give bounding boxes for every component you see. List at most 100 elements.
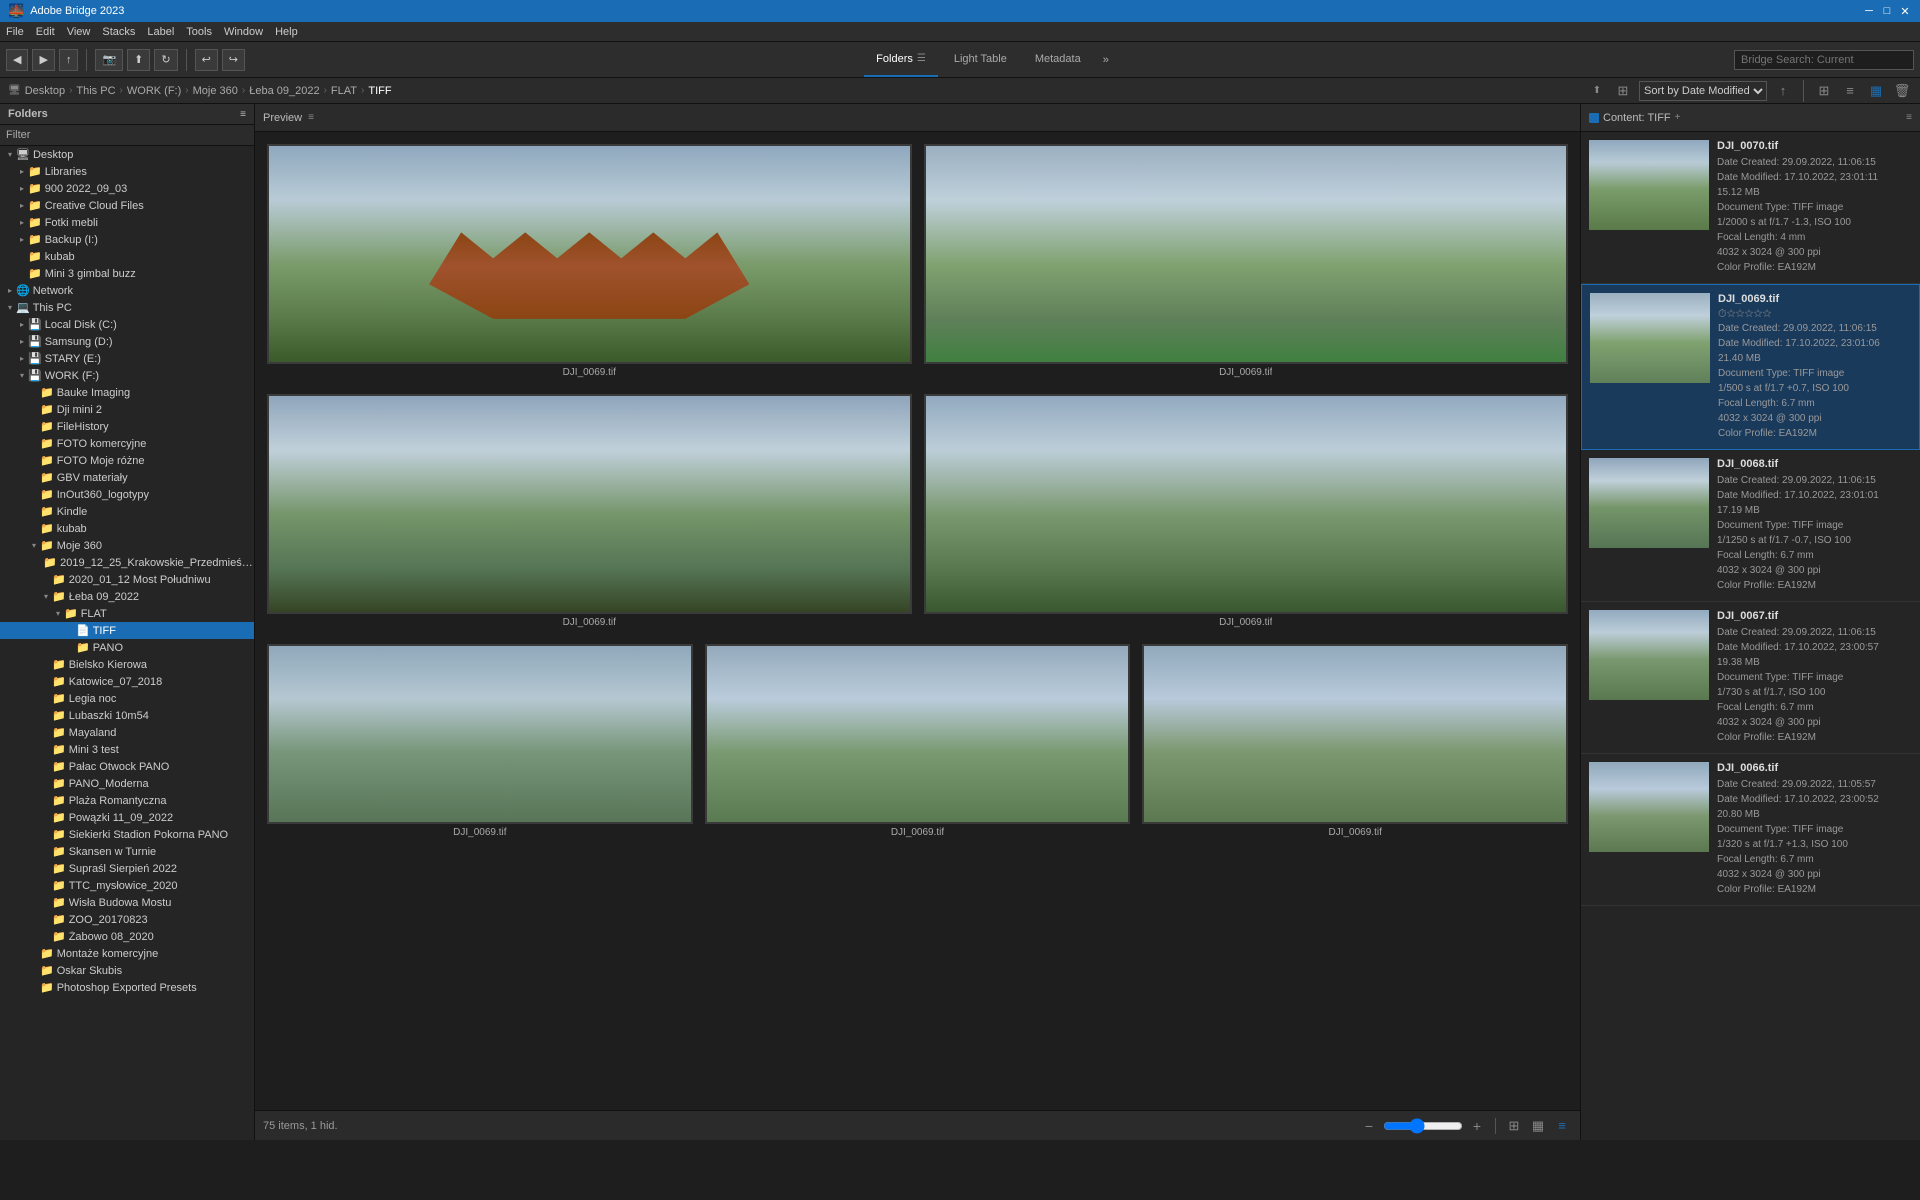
tree-arrow-moje-360[interactable]: ▾ xyxy=(28,540,40,552)
close-btn[interactable]: ✕ xyxy=(1898,4,1912,18)
zoom-out-btn[interactable]: − xyxy=(1359,1116,1379,1136)
sidebar-item-suprasl[interactable]: 📁Supraśl Sierpień 2022 xyxy=(0,860,254,877)
tree-arrow-creative-cloud[interactable]: ▸ xyxy=(16,200,28,212)
breadcrumb-moje360[interactable]: Moje 360 xyxy=(193,85,238,97)
sidebar-item-bielsko-kierowa[interactable]: 📁Bielsko Kierowa xyxy=(0,656,254,673)
zoom-slider[interactable] xyxy=(1383,1118,1463,1134)
sidebar-item-ttc-myslowice[interactable]: 📁TTC_mysłowice_2020 xyxy=(0,877,254,894)
sidebar-item-foto-komercyjne[interactable]: 📁FOTO komercyjne xyxy=(0,435,254,452)
tree-arrow-network[interactable]: ▸ xyxy=(4,285,16,297)
sidebar-item-this-pc[interactable]: ▾💻This PC xyxy=(0,299,254,316)
export-button[interactable]: ⬆ xyxy=(127,49,150,71)
sidebar-item-katowice-07-2018[interactable]: 📁Katowice_07_2018 xyxy=(0,673,254,690)
refresh-button[interactable]: ↻ xyxy=(154,49,177,71)
tree-arrow-desktop[interactable]: ▾ xyxy=(4,149,16,161)
menu-window[interactable]: Window xyxy=(224,26,263,38)
view-toggle-2[interactable]: ▦ xyxy=(1528,1116,1548,1136)
sidebar-item-stary-e[interactable]: ▸💾STARY (E:) xyxy=(0,350,254,367)
breadcrumb-flat[interactable]: FLAT xyxy=(331,85,357,97)
sidebar-item-kindle[interactable]: 📁Kindle xyxy=(0,503,254,520)
view-grid-btn[interactable]: ⊞ xyxy=(1814,81,1834,101)
sidebar-item-libraries[interactable]: ▸📁Libraries xyxy=(0,163,254,180)
sidebar-item-pano-moderna[interactable]: 📁PANO_Moderna xyxy=(0,775,254,792)
tab-light-table[interactable]: Light Table xyxy=(942,42,1019,77)
breadcrumb-this-pc[interactable]: This PC xyxy=(76,85,115,97)
sidebar-options-icon[interactable]: ≡ xyxy=(240,109,246,120)
tree-arrow-local-disk-c[interactable]: ▸ xyxy=(16,319,28,331)
sidebar-item-filehistory[interactable]: 📁FileHistory xyxy=(0,418,254,435)
sidebar-item-creative-cloud[interactable]: ▸📁Creative Cloud Files xyxy=(0,197,254,214)
tree-arrow-backup-i[interactable]: ▸ xyxy=(16,234,28,246)
breadcrumb-work-f[interactable]: WORK (F:) xyxy=(127,85,181,97)
nav-tabs-more[interactable]: » xyxy=(1097,42,1115,77)
thumb-item-1[interactable]: DJI_0069.tif xyxy=(920,140,1573,382)
sidebar-item-flat[interactable]: ▾📁FLAT xyxy=(0,605,254,622)
sort-select[interactable]: Sort by Date Modified xyxy=(1639,81,1767,101)
sidebar-item-zoo-20170823[interactable]: 📁ZOO_20170823 xyxy=(0,911,254,928)
menu-help[interactable]: Help xyxy=(275,26,298,38)
tree-arrow-fotki-mebli[interactable]: ▸ xyxy=(16,217,28,229)
breadcrumb-leba[interactable]: Łeba 09_2022 xyxy=(249,85,319,97)
tab-metadata[interactable]: Metadata xyxy=(1023,42,1093,77)
filter-toggle-btn[interactable]: ⊞ xyxy=(1613,81,1633,101)
file-card-3[interactable]: DJI_0067.tif Date Created: 29.09.2022, 1… xyxy=(1581,602,1920,754)
sidebar-item-gbv-materialy[interactable]: 📁GBV materiały xyxy=(0,469,254,486)
thumb-item-4[interactable]: DJI_0069.tif xyxy=(263,640,697,842)
sidebar-item-backup-i[interactable]: ▸📁Backup (I:) xyxy=(0,231,254,248)
sidebar-item-leba-09-2022[interactable]: ▾📁Łeba 09_2022 xyxy=(0,588,254,605)
tree-arrow-libraries[interactable]: ▸ xyxy=(16,166,28,178)
tree-arrow-leba-09-2022[interactable]: ▾ xyxy=(40,591,52,603)
sidebar-item-legia-noc[interactable]: 📁Legia noc xyxy=(0,690,254,707)
sidebar-header[interactable]: Folders ≡ xyxy=(0,104,254,125)
sidebar-item-moje-360[interactable]: ▾📁Moje 360 xyxy=(0,537,254,554)
thumb-item-6[interactable]: DJI_0069.tif xyxy=(1138,640,1572,842)
menu-label[interactable]: Label xyxy=(147,26,174,38)
thumb-item-3[interactable]: DJI_0069.tif xyxy=(920,390,1573,632)
preview-options-icon[interactable]: ≡ xyxy=(308,112,314,123)
menu-edit[interactable]: Edit xyxy=(36,26,55,38)
file-card-1[interactable]: DJI_0069.tif ⏱☆☆☆☆☆ Date Created: 29.09.… xyxy=(1581,284,1920,450)
sidebar-item-network[interactable]: ▸🌐Network xyxy=(0,282,254,299)
tree-arrow-work-f[interactable]: ▾ xyxy=(16,370,28,382)
sidebar-item-desktop[interactable]: ▾🖥Desktop xyxy=(0,146,254,163)
right-panel-add-btn[interactable]: + xyxy=(1675,112,1681,123)
breadcrumb-desktop[interactable]: Desktop xyxy=(25,85,65,97)
sidebar-item-palac-otwock[interactable]: 📁Pałac Otwock PANO xyxy=(0,758,254,775)
sidebar-item-pano[interactable]: 📁PANO xyxy=(0,639,254,656)
sidebar-item-tiff[interactable]: 📄TIFF xyxy=(0,622,254,639)
sidebar-item-local-disk-c[interactable]: ▸💾Local Disk (C:) xyxy=(0,316,254,333)
sidebar-item-wisla-budowa[interactable]: 📁Wisła Budowa Mostu xyxy=(0,894,254,911)
tree-arrow-stary-e[interactable]: ▸ xyxy=(16,353,28,365)
menu-tools[interactable]: Tools xyxy=(186,26,212,38)
sidebar-item-mini-3-test[interactable]: 📁Mini 3 test xyxy=(0,741,254,758)
sidebar-item-kubab[interactable]: 📁kubab xyxy=(0,248,254,265)
file-card-2[interactable]: DJI_0068.tif Date Created: 29.09.2022, 1… xyxy=(1581,450,1920,602)
tab-folders[interactable]: Folders ☰ xyxy=(864,42,938,77)
ascending-btn[interactable]: ↑ xyxy=(1773,81,1793,101)
view-delete-btn[interactable]: 🗑 xyxy=(1892,81,1912,101)
sidebar-item-900-2022-09-03[interactable]: ▸📁900 2022_09_03 xyxy=(0,180,254,197)
sidebar-item-mayaland[interactable]: 📁Mayaland xyxy=(0,724,254,741)
view-toggle-3[interactable]: ≡ xyxy=(1552,1116,1572,1136)
sidebar-item-mini-3-gimbal[interactable]: 📁Mini 3 gimbal buzz xyxy=(0,265,254,282)
sidebar-item-fotki-mebli[interactable]: ▸📁Fotki mebli xyxy=(0,214,254,231)
view-toggle-1[interactable]: ⊞ xyxy=(1504,1116,1524,1136)
sidebar-item-work-f[interactable]: ▾💾WORK (F:) xyxy=(0,367,254,384)
zoom-in-btn[interactable]: + xyxy=(1467,1116,1487,1136)
menu-view[interactable]: View xyxy=(67,26,91,38)
thumb-item-0[interactable]: DJI_0069.tif xyxy=(263,140,916,382)
window-controls[interactable]: ─ □ ✕ xyxy=(1862,4,1912,18)
sidebar-item-oskar-skubis[interactable]: 📁Oskar Skubis xyxy=(0,962,254,979)
menu-file[interactable]: File xyxy=(6,26,24,38)
minimize-btn[interactable]: ─ xyxy=(1862,4,1876,18)
tree-arrow-flat[interactable]: ▾ xyxy=(52,608,64,620)
view-list-btn[interactable]: ≡ xyxy=(1840,81,1860,101)
tree-arrow-samsung-d[interactable]: ▸ xyxy=(16,336,28,348)
file-card-0[interactable]: DJI_0070.tif Date Created: 29.09.2022, 1… xyxy=(1581,132,1920,284)
sidebar-item-plaza-romantyczna[interactable]: 📁Plaża Romantyczna xyxy=(0,792,254,809)
right-panel-options[interactable]: ≡ xyxy=(1906,112,1912,123)
sidebar-item-lubaszki[interactable]: 📁Lubaszki 10m54 xyxy=(0,707,254,724)
sidebar-item-2020-01-12[interactable]: 📁2020_01_12 Most Południwu xyxy=(0,571,254,588)
menu-stacks[interactable]: Stacks xyxy=(102,26,135,38)
thumb-item-5[interactable]: DJI_0069.tif xyxy=(701,640,1135,842)
